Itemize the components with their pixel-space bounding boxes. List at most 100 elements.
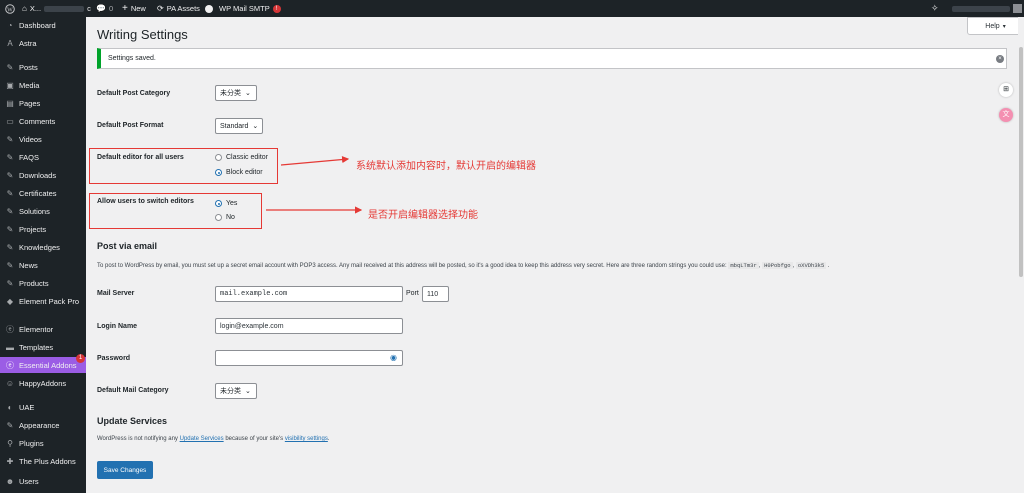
- admin-sidebar: ◔ Dashboard A Astra ✎ Posts ▣ Media ▤ Pages ▭ Comme…: [0, 17, 86, 493]
- save-changes-button[interactable]: Save Changes: [97, 461, 153, 479]
- sidebar-item-certificates[interactable]: ✎ Certificates: [0, 185, 86, 201]
- sidebar-item-label: Comments: [19, 116, 56, 126]
- sidebar-item-astra[interactable]: A Astra: [0, 35, 86, 51]
- mail-server-label: Mail Server: [97, 290, 135, 297]
- wordpress-logo-icon[interactable]: W: [5, 0, 15, 17]
- brush-icon: ✎: [6, 420, 14, 430]
- wp-mail-smtp-link[interactable]: WP Mail SMTP !: [205, 0, 281, 17]
- sidebar-item-happyaddons[interactable]: ☺ HappyAddons: [0, 375, 86, 391]
- plus-icon: +: [122, 3, 128, 14]
- sidebar-item-pages[interactable]: ▤ Pages: [0, 95, 86, 111]
- happy-icon: ☺: [5, 378, 15, 388]
- sidebar-item-comments[interactable]: ▭ Comments: [0, 113, 86, 129]
- random-string: mbqLTm3r: [728, 262, 759, 269]
- notification-badge: !: [272, 4, 281, 13]
- avatar: [1013, 4, 1022, 13]
- plus-icon: ✚: [6, 456, 14, 466]
- sidebar-item-essential-addons[interactable]: ⓔ Essential Addons 1: [0, 354, 86, 373]
- pin-icon: ✎: [6, 260, 14, 270]
- sidebar-item-label: Users: [19, 476, 39, 486]
- sidebar-item-knowledges[interactable]: ✎ Knowledges: [0, 239, 86, 255]
- page-icon: ▤: [6, 98, 14, 108]
- switch-annotation: 是否开启编辑器选择功能: [368, 210, 478, 221]
- sidebar-item-templates[interactable]: ▬ Templates: [0, 339, 86, 355]
- annotation-arrows: [266, 155, 363, 214]
- sidebar-item-dashboard[interactable]: ◔ Dashboard: [0, 17, 86, 33]
- sidebar-item-label: News: [19, 260, 38, 270]
- port-input[interactable]: 110: [422, 286, 449, 302]
- sidebar-item-elementor[interactable]: ⓔ Elementor: [0, 321, 86, 337]
- home-icon: ⌂: [22, 4, 27, 13]
- sidebar-item-label: FAQS: [19, 152, 40, 162]
- element-pack-icon: ◆: [6, 296, 14, 306]
- sidebar-item-element-pack-pro[interactable]: ◆ Element Pack Pro: [0, 293, 86, 309]
- refresh-icon: ⟳: [157, 4, 164, 13]
- translate-icon[interactable]: 文: [999, 108, 1013, 122]
- user-account-menu[interactable]: [952, 0, 1022, 17]
- sidebar-item-uae[interactable]: ◐ UAE: [0, 399, 86, 415]
- comment-icon: ▭: [6, 116, 14, 126]
- dashboard-icon: ◔: [7, 20, 13, 30]
- sidebar-item-label: Solutions: [19, 206, 50, 216]
- sidebar-item-plugins[interactable]: ⚲ Plugins: [0, 435, 86, 451]
- pin-icon: ✎: [6, 224, 14, 234]
- comments-link[interactable]: 💬 0: [96, 0, 113, 17]
- sidebar-item-the-plus-addons[interactable]: ✚ The Plus Addons: [0, 453, 86, 469]
- blurred-text: [952, 5, 1010, 12]
- sidebar-item-media[interactable]: ▣ Media: [0, 77, 86, 93]
- sidebar-item-users[interactable]: ☻ Users: [0, 473, 86, 489]
- sidebar-item-label: Element Pack Pro: [19, 296, 80, 306]
- pin-icon: ✎: [6, 134, 14, 144]
- sidebar-item-appearance[interactable]: ✎ Appearance: [0, 417, 86, 433]
- eye-icon[interactable]: ◉: [390, 353, 397, 362]
- password-input[interactable]: ◉: [215, 350, 403, 366]
- mail-server-input[interactable]: mail.example.com: [215, 286, 403, 302]
- sidebar-item-news[interactable]: ✎ News: [0, 257, 86, 273]
- new-content-link[interactable]: + New: [122, 0, 146, 17]
- templates-icon: ▬: [6, 342, 14, 352]
- pin-icon: ✎: [6, 188, 14, 198]
- svg-text:W: W: [7, 7, 13, 13]
- default-mail-category-select[interactable]: 未分类 ⌄: [215, 383, 257, 399]
- comment-icon: 💬: [96, 4, 106, 13]
- sidebar-item-label: UAE: [19, 402, 35, 412]
- sidebar-item-label: Elementor: [19, 324, 54, 334]
- sidebar-item-faqs[interactable]: ✎ FAQS: [0, 149, 86, 165]
- sparkle-icon[interactable]: ✧: [931, 0, 939, 17]
- scroll-thumb[interactable]: [1019, 47, 1023, 277]
- sidebar-item-label: Posts: [19, 62, 38, 72]
- sidebar-item-label: Templates: [19, 342, 54, 352]
- sidebar-item-videos[interactable]: ✎ Videos: [0, 131, 86, 147]
- media-icon: ▣: [6, 80, 14, 90]
- post-via-email-description: To post to WordPress by email, you must …: [97, 262, 830, 269]
- sidebar-item-downloads[interactable]: ✎ Downloads: [0, 167, 86, 183]
- sidebar-item-label: Projects: [19, 224, 47, 234]
- login-name-input[interactable]: login@example.com: [215, 318, 403, 334]
- site-name-link[interactable]: ⌂ X... c: [22, 0, 91, 17]
- sidebar-item-solutions[interactable]: ✎ Solutions: [0, 203, 86, 219]
- pa-assets-link[interactable]: ⟳ PA Assets: [157, 0, 200, 17]
- pin-icon: ✎: [6, 206, 14, 216]
- blurred-text: [44, 5, 85, 12]
- sidebar-item-label: Appearance: [19, 420, 60, 430]
- sidebar-item-posts[interactable]: ✎ Posts: [0, 59, 86, 75]
- pin-icon: ✎: [6, 62, 14, 72]
- default-mail-category-label: Default Mail Category: [97, 387, 169, 394]
- post-via-email-heading: Post via email: [97, 241, 158, 251]
- port-label: Port: [406, 290, 419, 297]
- sidebar-item-label: Videos: [19, 134, 42, 144]
- page-scrollbar[interactable]: [1018, 17, 1024, 493]
- random-string: oXVDh3k5: [795, 262, 827, 269]
- elementor-icon: ⓔ: [6, 324, 14, 334]
- sidebar-item-projects[interactable]: ✎ Projects: [0, 221, 86, 237]
- update-services-link[interactable]: Update Services: [180, 436, 224, 442]
- visibility-settings-link[interactable]: visibility settings: [285, 436, 328, 442]
- sidebar-item-label: The Plus Addons: [19, 456, 76, 466]
- sidebar-item-label: Plugins: [19, 438, 44, 448]
- sidebar-item-label: Knowledges: [19, 242, 60, 252]
- sidebar-item-label: Pages: [19, 98, 41, 108]
- main-content: Writing Settings Help ▾ Settings saved. …: [86, 17, 1024, 493]
- grid-icon[interactable]: ⊞: [999, 83, 1013, 97]
- login-name-label: Login Name: [97, 323, 138, 330]
- sidebar-item-products[interactable]: ✎ Products: [0, 275, 86, 291]
